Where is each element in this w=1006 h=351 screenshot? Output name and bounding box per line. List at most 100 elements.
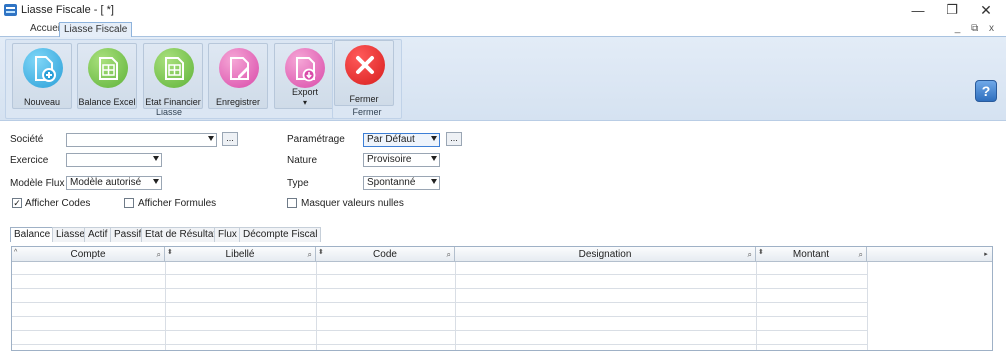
grid-divider	[316, 262, 317, 350]
filter-icon[interactable]: ⌕	[447, 247, 451, 262]
nature-select[interactable]: Provisoire	[363, 153, 440, 167]
etat-financier-label: Etat Financier	[145, 97, 201, 107]
societe-label: Société	[10, 134, 44, 145]
masquer-valeurs-nulles-checkbox[interactable]	[287, 198, 297, 208]
modele-flux-select[interactable]: Modèle autorisé	[66, 176, 162, 190]
nouveau-button[interactable]: Nouveau	[12, 43, 72, 109]
enregistrer-label: Enregistrer	[215, 97, 260, 107]
tab-balance[interactable]: Balance	[10, 227, 55, 242]
app-icon	[4, 4, 17, 16]
financial-sheet-icon	[154, 48, 194, 88]
excel-sheet-icon	[88, 48, 128, 88]
nature-label: Nature	[287, 155, 318, 166]
tab-passif[interactable]: Passif	[110, 227, 146, 242]
tab-flux[interactable]: Flux	[214, 227, 241, 242]
afficher-formules-checkbox[interactable]	[124, 198, 134, 208]
maximize-button[interactable]: ❐	[936, 0, 968, 20]
table-row[interactable]	[12, 276, 867, 289]
sort-icon: ⬍	[318, 249, 324, 256]
balance-excel-button[interactable]: Balance Excel	[77, 43, 137, 109]
window-title: Liasse Fiscale - [ *]	[21, 4, 114, 16]
societe-select[interactable]	[66, 133, 217, 147]
column-header-code[interactable]: ⬍ Code ⌕	[316, 247, 455, 262]
enregistrer-button[interactable]: Enregistrer	[208, 43, 268, 109]
tab-liasse-fiscale[interactable]: Liasse Fiscale	[59, 22, 133, 37]
filter-icon[interactable]: ⌕	[748, 247, 752, 262]
export-download-icon	[285, 48, 325, 88]
ribbon-group-fermer-label: Fermer	[352, 107, 382, 117]
column-code-label: Code	[373, 249, 397, 260]
grid-divider	[756, 262, 757, 350]
afficher-codes-label: Afficher Codes	[25, 198, 91, 209]
new-document-icon	[23, 48, 63, 88]
type-label: Type	[287, 178, 309, 189]
chevron-down-icon[interactable]: ▾	[275, 98, 335, 107]
type-value: Spontanné	[367, 177, 416, 188]
modele-flux-label: Modèle Flux	[10, 178, 65, 189]
ribbon: Liasse Nouveau Balance Excel Etat Financ…	[0, 37, 1006, 121]
close-x-icon	[345, 45, 385, 85]
minimize-button[interactable]: —	[902, 0, 934, 20]
column-compte-label: Compte	[70, 249, 106, 260]
modele-flux-value: Modèle autorisé	[70, 177, 142, 188]
top-tab-bar: Accueil Liasse Fiscale _ ⧉ x	[0, 20, 1006, 37]
tab-decompte-fiscal[interactable]: Décompte Fiscal	[239, 227, 322, 242]
fermer-button[interactable]: Fermer	[334, 40, 394, 106]
sort-icon: ⬍	[758, 249, 764, 256]
afficher-codes-checkbox[interactable]: ✓	[12, 198, 22, 208]
parametrage-value: Par Défaut	[367, 134, 415, 145]
fermer-label: Fermer	[349, 94, 379, 104]
type-select[interactable]: Spontanné	[363, 176, 440, 190]
save-edit-icon	[219, 48, 259, 88]
afficher-formules-label: Afficher Formules	[138, 198, 217, 209]
chevron-down-icon	[153, 156, 159, 161]
column-libelle-label: Libellé	[225, 249, 255, 260]
table-row[interactable]	[12, 304, 867, 317]
exercice-label: Exercice	[10, 155, 49, 166]
masquer-valeurs-nulles-label: Masquer valeurs nulles	[301, 198, 404, 209]
tab-etat-de-resultat[interactable]: Etat de Résultat	[141, 227, 221, 242]
table-row[interactable]	[12, 290, 867, 303]
mdi-controls[interactable]: _ ⧉ x	[955, 23, 998, 34]
parametrage-select[interactable]: Par Défaut	[363, 133, 440, 147]
tab-actif[interactable]: Actif	[84, 227, 112, 242]
sort-asc-icon: ^	[14, 249, 18, 256]
etat-financier-button[interactable]: Etat Financier	[143, 43, 203, 109]
export-label: Export	[291, 87, 318, 97]
grid-divider	[867, 262, 868, 350]
scroll-right-icon[interactable]: ▸	[980, 247, 992, 262]
table-row[interactable]	[12, 318, 867, 331]
column-header-compte[interactable]: ^ Compte ⌕	[12, 247, 165, 262]
sort-icon: ⬍	[167, 249, 173, 256]
chevron-down-icon	[431, 179, 437, 184]
filter-icon[interactable]: ⌕	[157, 247, 161, 262]
chevron-down-icon	[431, 156, 437, 161]
column-header-libelle[interactable]: ⬍ Libellé ⌕	[165, 247, 316, 262]
nouveau-label: Nouveau	[23, 97, 61, 107]
help-icon[interactable]: ?	[975, 80, 997, 102]
exercice-select[interactable]	[66, 153, 162, 167]
column-header-montant[interactable]: ⬍ Montant ⌕	[756, 247, 867, 262]
filter-icon[interactable]: ⌕	[308, 247, 312, 262]
column-designation-label: Designation	[578, 249, 632, 260]
parametrage-browse-button[interactable]: ...	[446, 132, 462, 146]
table-row[interactable]	[12, 262, 867, 275]
filter-icon[interactable]: ⌕	[859, 247, 863, 262]
grid-divider	[455, 262, 456, 350]
title-bar: Liasse Fiscale - [ *] — ❐ ✕	[0, 0, 1006, 20]
close-window-button[interactable]: ✕	[970, 0, 1002, 20]
chevron-down-icon	[153, 179, 159, 184]
chevron-down-icon	[431, 136, 437, 141]
balance-excel-label: Balance Excel	[78, 97, 136, 107]
societe-browse-button[interactable]: ...	[222, 132, 238, 146]
grid-divider	[165, 262, 166, 350]
column-header-designation[interactable]: Designation ⌕	[455, 247, 756, 262]
export-button[interactable]: Export ▾	[274, 43, 336, 109]
grid-header: ^ Compte ⌕ ⬍ Libellé ⌕ ⬍ Code ⌕ Designat…	[12, 247, 992, 262]
parametrage-label: Paramétrage	[287, 134, 345, 145]
nature-value: Provisoire	[367, 154, 412, 165]
data-grid[interactable]: ^ Compte ⌕ ⬍ Libellé ⌕ ⬍ Code ⌕ Designat…	[11, 246, 993, 351]
column-montant-label: Montant	[792, 249, 830, 260]
table-row[interactable]	[12, 332, 867, 345]
chevron-down-icon	[208, 136, 214, 141]
